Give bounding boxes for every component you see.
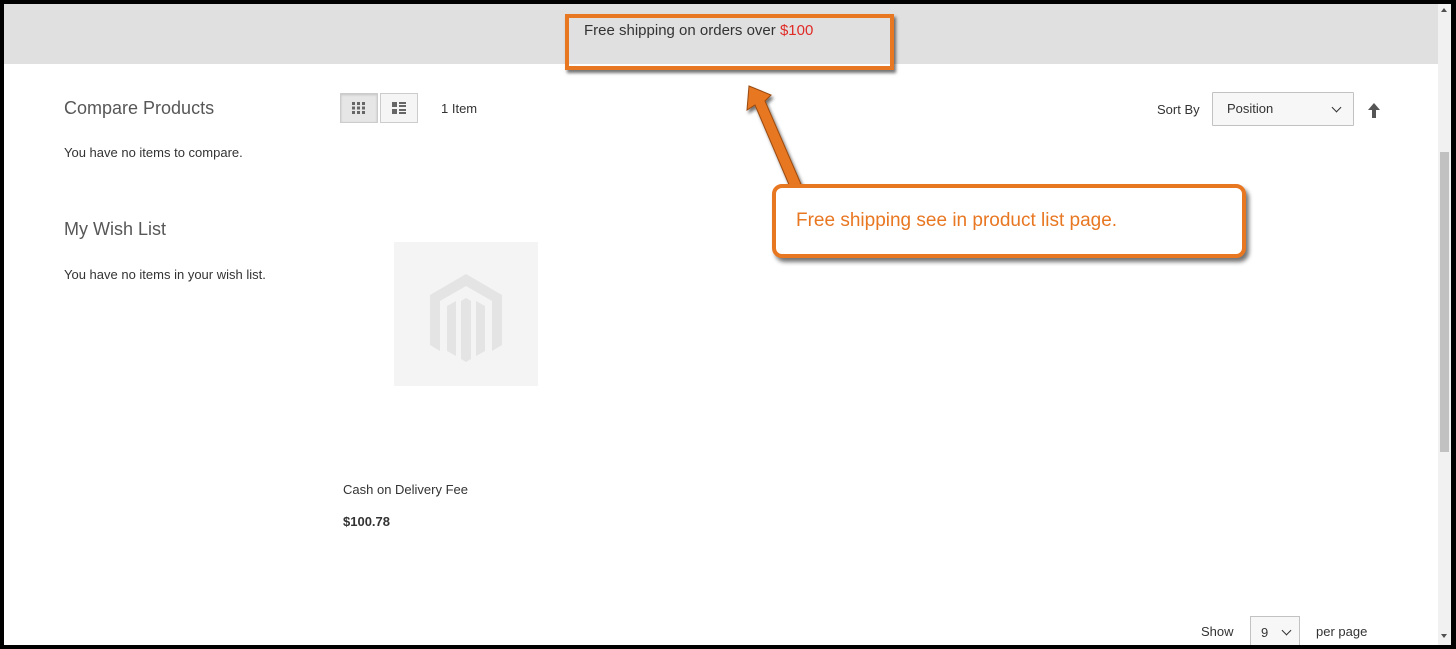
limiter-per-page-label: per page [1316,624,1368,639]
annotation-callout: Free shipping see in product list page. [772,184,1246,258]
chevron-down-icon [1281,625,1292,636]
limiter-show-label: Show [1201,624,1234,639]
annotation-text: Free shipping see in product list page. [796,210,1118,231]
scroll-up-arrow-icon[interactable] [1441,8,1447,12]
scrollbar-thumb[interactable] [1440,152,1449,452]
limiter-select[interactable]: 9 [1250,616,1300,645]
browser-viewport: Free shipping on orders over $100 Compar… [4,4,1451,645]
callout-arrow [746,85,802,188]
page-scrollbar[interactable] [1438,4,1451,645]
scroll-down-arrow-icon[interactable] [1441,634,1447,638]
limiter-value: 9 [1261,625,1269,640]
